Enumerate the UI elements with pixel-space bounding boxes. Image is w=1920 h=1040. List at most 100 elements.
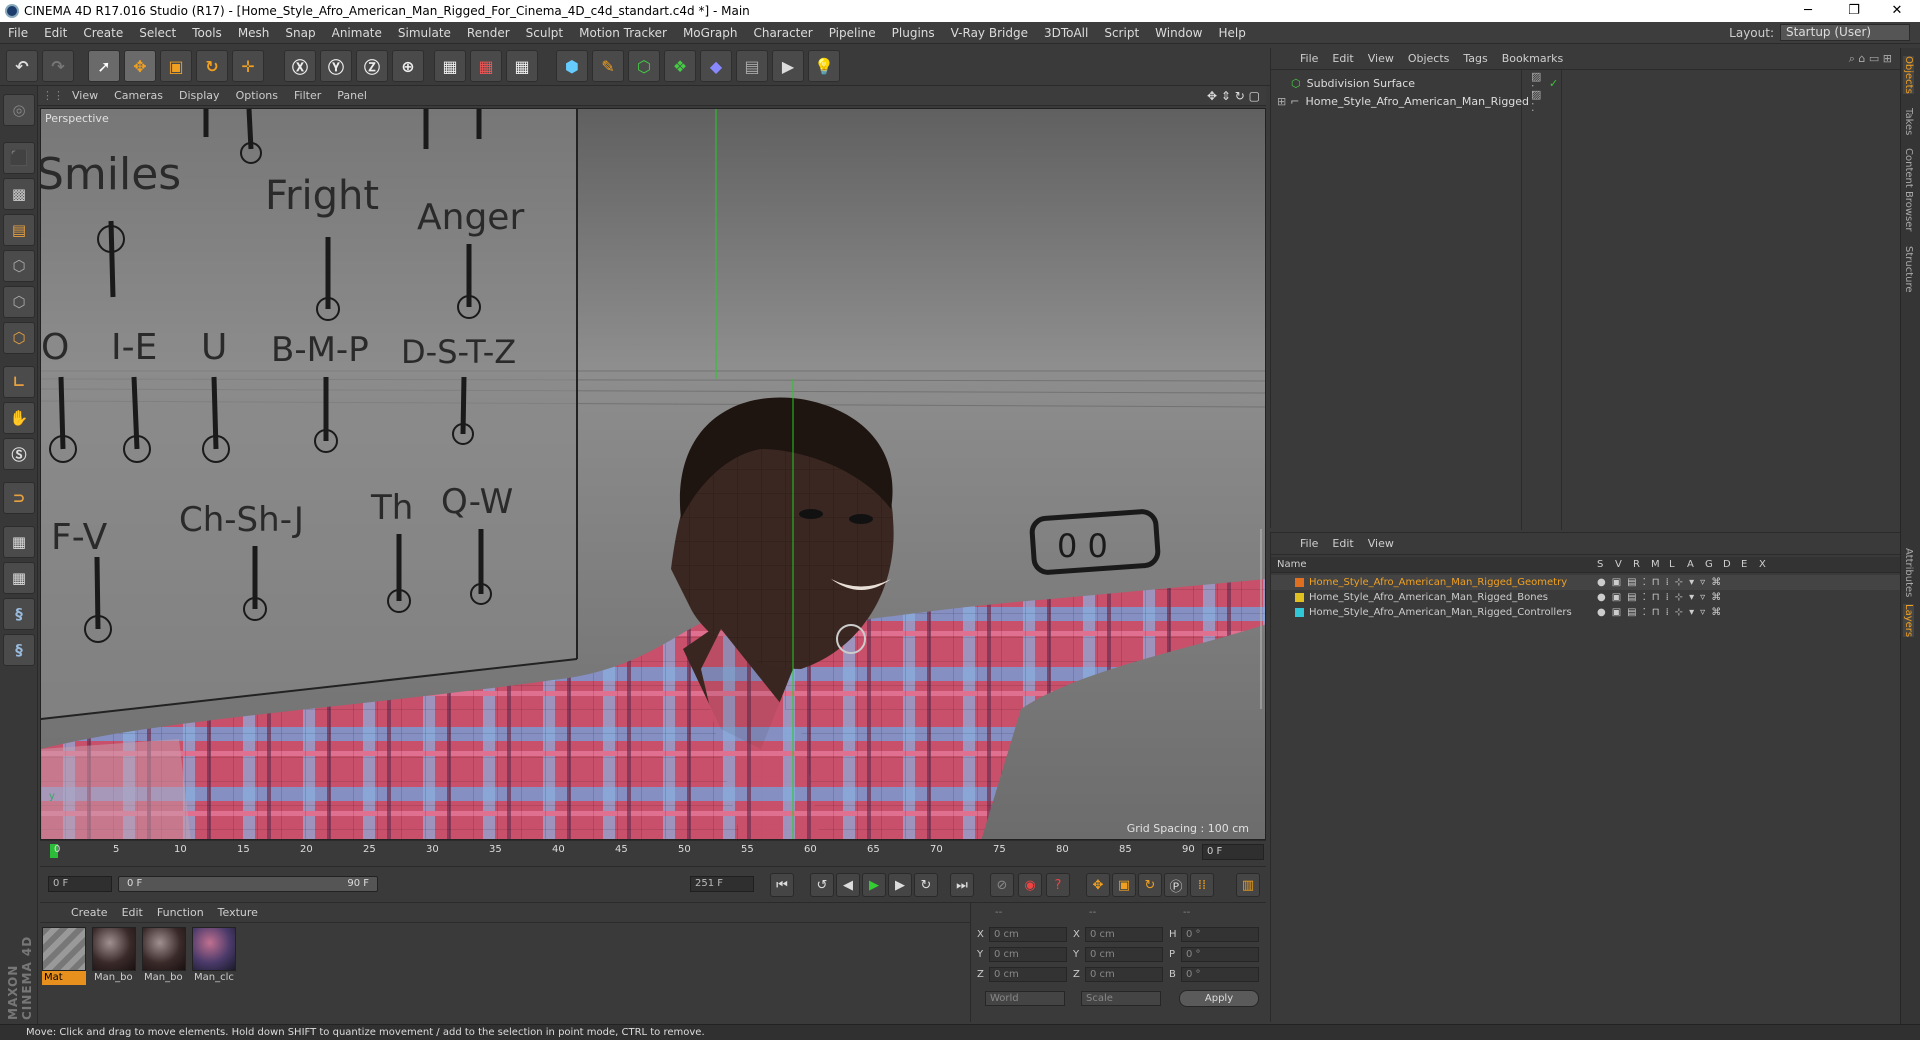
menu-simulate[interactable]: Simulate	[390, 26, 459, 40]
viewport-menu-view[interactable]: View	[64, 89, 106, 102]
rotation-b-field[interactable]: 0 °	[1181, 967, 1259, 982]
layer-toggle-icons[interactable]: ●▣▤⁚⊓⁞⊹▾▿⌘	[1597, 577, 1727, 588]
layer-row[interactable]: Home_Style_Afro_American_Man_Rigged_Geom…	[1271, 575, 1901, 590]
autokey-icon[interactable]: ◉	[1018, 873, 1042, 897]
multi-tool-icon[interactable]: ✛	[232, 50, 264, 82]
axis-mode-icon[interactable]: ∟	[3, 366, 35, 398]
texture-mode-icon[interactable]: ▩	[3, 178, 35, 210]
x-axis-lock-icon[interactable]: Ⓧ	[284, 50, 316, 82]
deformer-icon[interactable]: ◆	[700, 50, 732, 82]
key-pla-icon[interactable]: ⁞⁞	[1190, 873, 1214, 897]
layer-toggle-icons[interactable]: ●▣▤⁚⊓⁞⊹▾▿⌘	[1597, 592, 1727, 603]
record-keys-icon[interactable]: ⊘	[990, 873, 1014, 897]
keyframe-selection-icon[interactable]: ?	[1046, 873, 1070, 897]
position-z-field[interactable]: 0 cm	[989, 967, 1067, 982]
size-z-field[interactable]: 0 cm	[1085, 967, 1163, 982]
start-frame-field[interactable]: 0 F	[48, 876, 112, 892]
menu-3dtoall[interactable]: 3DToAll	[1036, 26, 1096, 40]
layers-menu-edit[interactable]: Edit	[1325, 537, 1360, 550]
layer-row[interactable]: Home_Style_Afro_American_Man_Rigged_Bone…	[1271, 590, 1901, 605]
rotation-p-field[interactable]: 0 °	[1181, 947, 1259, 962]
end-frame-field[interactable]: 251 F	[690, 876, 754, 892]
go-to-start-icon[interactable]: ⏮	[770, 873, 794, 897]
object-visibility-icon[interactable]: ▨ ⁚	[1531, 88, 1541, 114]
3d-viewport[interactable]: Smiles Fright Anger O I-E U B-M-P D-S-T-…	[40, 108, 1266, 840]
menu-mograph[interactable]: MoGraph	[675, 26, 746, 40]
cube-icon[interactable]: ⬢	[556, 50, 588, 82]
pen-spline-icon[interactable]: ✎	[592, 50, 624, 82]
render-view-icon[interactable]: ▦	[434, 50, 466, 82]
redo-icon[interactable]: ↷	[42, 50, 74, 82]
menu-mesh[interactable]: Mesh	[230, 26, 278, 40]
floor-icon[interactable]: ▤	[736, 50, 768, 82]
position-x-field[interactable]: 0 cm	[989, 927, 1067, 942]
edges-mode-icon[interactable]: ⬡	[3, 286, 35, 318]
viewport-menu-panel[interactable]: Panel	[329, 89, 375, 102]
snap-icon[interactable]: Ⓢ	[3, 438, 35, 470]
cloner-icon[interactable]: ❖	[664, 50, 696, 82]
menu-create[interactable]: Create	[75, 26, 131, 40]
apply-button[interactable]: Apply	[1179, 990, 1259, 1007]
menu-file[interactable]: File	[0, 26, 36, 40]
tab-objects[interactable]: Objects	[1903, 56, 1914, 94]
viewport-menu-options[interactable]: Options	[228, 89, 286, 102]
menu-sculpt[interactable]: Sculpt	[518, 26, 571, 40]
position-y-field[interactable]: 0 cm	[989, 947, 1067, 962]
polygons-mode-icon[interactable]: ⬡	[3, 322, 35, 354]
timeline-window-icon[interactable]: ▥	[1236, 873, 1260, 897]
layers-menu-view[interactable]: View	[1361, 537, 1401, 550]
move-tool-icon[interactable]: ✥	[124, 50, 156, 82]
menu-render[interactable]: Render	[459, 26, 518, 40]
render-settings-icon[interactable]: ▦	[506, 50, 538, 82]
scale-tool-icon[interactable]: ▣	[160, 50, 192, 82]
material-swatch[interactable]: Man_bo	[92, 927, 136, 989]
render-picture-viewer-icon[interactable]: ▦	[470, 50, 502, 82]
model-mode-icon[interactable]: ⬛	[3, 142, 35, 174]
layer-color-swatch[interactable]	[1295, 578, 1304, 587]
material-menu-edit[interactable]: Edit	[115, 906, 150, 919]
menu-window[interactable]: Window	[1147, 26, 1210, 40]
layout-dropdown[interactable]: Startup (User)	[1780, 24, 1910, 41]
lock-workplane-icon[interactable]: ▦	[3, 526, 35, 558]
python-script-2-icon[interactable]: §	[3, 634, 35, 666]
z-axis-lock-icon[interactable]: Ⓩ	[356, 50, 388, 82]
material-menu-function[interactable]: Function	[150, 906, 211, 919]
menu-edit[interactable]: Edit	[36, 26, 75, 40]
tab-takes[interactable]: Takes	[1903, 108, 1914, 135]
planar-workplane-icon[interactable]: ▦	[3, 562, 35, 594]
magnet-icon[interactable]: ⊃	[3, 482, 35, 514]
key-parameter-icon[interactable]: Ⓟ	[1164, 873, 1188, 897]
frame-range-slider[interactable]: 0 F 90 F	[118, 876, 378, 892]
material-swatch[interactable]: Man_bo	[142, 927, 186, 989]
key-scale-icon[interactable]: ▣	[1112, 873, 1136, 897]
objects-menu-edit[interactable]: Edit	[1325, 52, 1360, 65]
previous-frame-icon[interactable]: ◀	[836, 873, 860, 897]
material-swatch[interactable]: Man_clc	[192, 927, 236, 989]
key-position-icon[interactable]: ✥	[1086, 873, 1110, 897]
material-swatch[interactable]: Mat	[42, 927, 86, 989]
layer-color-swatch[interactable]	[1295, 608, 1304, 617]
material-menu-create[interactable]: Create	[64, 906, 115, 919]
menu-snap[interactable]: Snap	[277, 26, 323, 40]
tab-attributes[interactable]: Attributes	[1903, 548, 1914, 597]
menu-pipeline[interactable]: Pipeline	[821, 26, 884, 40]
tab-structure[interactable]: Structure	[1903, 246, 1914, 293]
previous-key-icon[interactable]: ↺	[810, 873, 834, 897]
layer-color-swatch[interactable]	[1295, 593, 1304, 602]
minimize-button[interactable]: ─	[1785, 0, 1831, 22]
objects-menu-view[interactable]: View	[1361, 52, 1401, 65]
menu-tools[interactable]: Tools	[184, 26, 230, 40]
play-icon[interactable]: ▶	[862, 873, 886, 897]
menu-vray-bridge[interactable]: V-Ray Bridge	[943, 26, 1036, 40]
camera-icon[interactable]: ▶	[772, 50, 804, 82]
close-button[interactable]: ✕	[1874, 0, 1920, 22]
objects-menu-bookmarks[interactable]: Bookmarks	[1495, 52, 1570, 65]
key-rotation-icon[interactable]: ↻	[1138, 873, 1162, 897]
make-editable-icon[interactable]: ◎	[3, 94, 35, 126]
coordinate-system-icon[interactable]: ⊕	[392, 50, 424, 82]
menu-character[interactable]: Character	[745, 26, 820, 40]
current-frame-field[interactable]: 0 F	[1202, 844, 1264, 860]
menu-help[interactable]: Help	[1210, 26, 1253, 40]
rotate-tool-icon[interactable]: ↻	[196, 50, 228, 82]
subdivision-icon[interactable]: ⬡	[628, 50, 660, 82]
